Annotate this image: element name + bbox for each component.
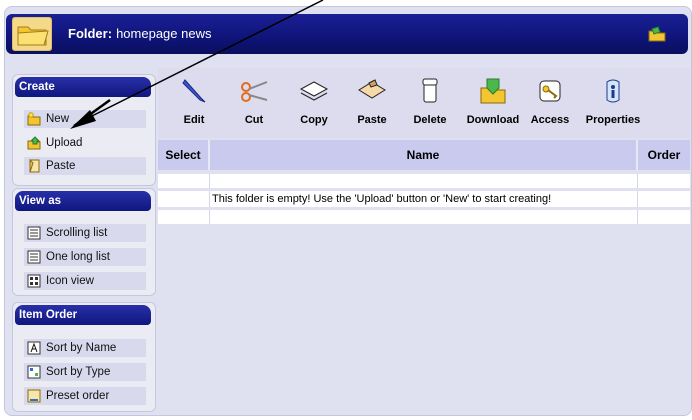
copy-label: Copy	[300, 114, 328, 126]
copy-icon	[299, 81, 329, 101]
cut-label: Cut	[244, 114, 264, 126]
column-header-select[interactable]: Select	[158, 140, 210, 170]
copy-button[interactable]: Copy	[294, 76, 334, 130]
empty-folder-message: This folder is empty! Use the 'Upload' b…	[212, 193, 552, 205]
upload-icon	[27, 136, 41, 150]
sort-name-icon	[27, 341, 41, 355]
preset-order-label: Preset order	[46, 390, 110, 402]
pencil-icon	[182, 79, 206, 103]
download-icon	[480, 78, 506, 104]
delete-label: Delete	[413, 114, 447, 126]
list-icon	[27, 226, 41, 240]
sort-by-name-button[interactable]: Sort by Name	[24, 339, 146, 357]
access-button[interactable]: Access	[528, 76, 572, 130]
column-header-order[interactable]: Order	[638, 140, 690, 170]
preset-order-icon	[27, 389, 41, 403]
delete-button[interactable]: Delete	[410, 76, 450, 130]
folder-header: Folder: homepage news	[6, 14, 688, 54]
list-icon	[27, 250, 41, 264]
table-cell	[210, 210, 638, 224]
info-icon	[606, 79, 620, 103]
table-cell	[158, 210, 210, 224]
paste-tool-button[interactable]: Paste	[352, 76, 392, 130]
table-cell	[210, 174, 638, 188]
table-cell	[158, 174, 210, 188]
scrolling-list-button[interactable]: Scrolling list	[24, 224, 146, 242]
toolbar: Edit Cut Copy Paste Delete Download Acce…	[158, 68, 690, 138]
paste-button[interactable]: Paste	[24, 157, 146, 175]
new-button[interactable]: New	[24, 110, 146, 128]
scissors-icon	[241, 81, 268, 102]
upload-button[interactable]: Upload	[24, 134, 146, 152]
paste-tool-label: Paste	[357, 114, 387, 126]
folder-icon	[12, 17, 52, 51]
new-label: New	[46, 113, 70, 125]
trash-icon	[422, 78, 438, 103]
preset-order-button[interactable]: Preset order	[24, 387, 146, 405]
sort-type-icon	[27, 365, 41, 379]
key-icon	[539, 80, 561, 102]
item-order-panel-title: Item Order	[15, 305, 151, 325]
table-row: This folder is empty! Use the 'Upload' b…	[158, 191, 690, 207]
table-cell	[158, 191, 210, 207]
icon-view-label: Icon view	[46, 275, 94, 287]
upload-label: Upload	[46, 137, 83, 149]
download-button[interactable]: Download	[463, 76, 523, 130]
icon-view-button[interactable]: Icon view	[24, 272, 146, 290]
table-row	[158, 210, 690, 224]
column-header-name[interactable]: Name	[210, 140, 638, 170]
header-separator: :	[107, 26, 113, 41]
scrolling-list-label: Scrolling list	[46, 227, 108, 239]
edit-button[interactable]: Edit	[174, 76, 214, 130]
access-label: Access	[530, 114, 570, 126]
sort-by-type-button[interactable]: Sort by Type	[24, 363, 146, 381]
new-folder-icon	[27, 112, 41, 126]
grid-icon	[27, 274, 41, 288]
paste-label: Paste	[46, 160, 76, 172]
cut-button[interactable]: Cut	[234, 76, 274, 130]
one-long-list-label: One long list	[46, 251, 110, 263]
sort-by-type-label: Sort by Type	[46, 366, 111, 378]
view-as-panel-title: View as	[15, 191, 151, 211]
table-row	[158, 174, 690, 188]
clipboard-icon	[358, 79, 386, 99]
create-panel-title: Create	[15, 77, 151, 97]
paste-icon	[29, 159, 40, 173]
header-label: Folder	[68, 26, 108, 41]
download-label: Download	[466, 114, 520, 126]
sort-by-name-label: Sort by Name	[46, 342, 117, 354]
one-long-list-button[interactable]: One long list	[24, 248, 146, 266]
edit-label: Edit	[183, 114, 205, 126]
properties-label: Properties	[585, 114, 641, 126]
properties-button[interactable]: Properties	[578, 76, 648, 130]
folder-name: homepage news	[116, 26, 212, 41]
folder-contents-table: Select Name Order This folder is empty! …	[158, 140, 690, 230]
folder-up-icon[interactable]	[648, 26, 666, 42]
page-title: Folder: homepage news	[68, 26, 211, 41]
